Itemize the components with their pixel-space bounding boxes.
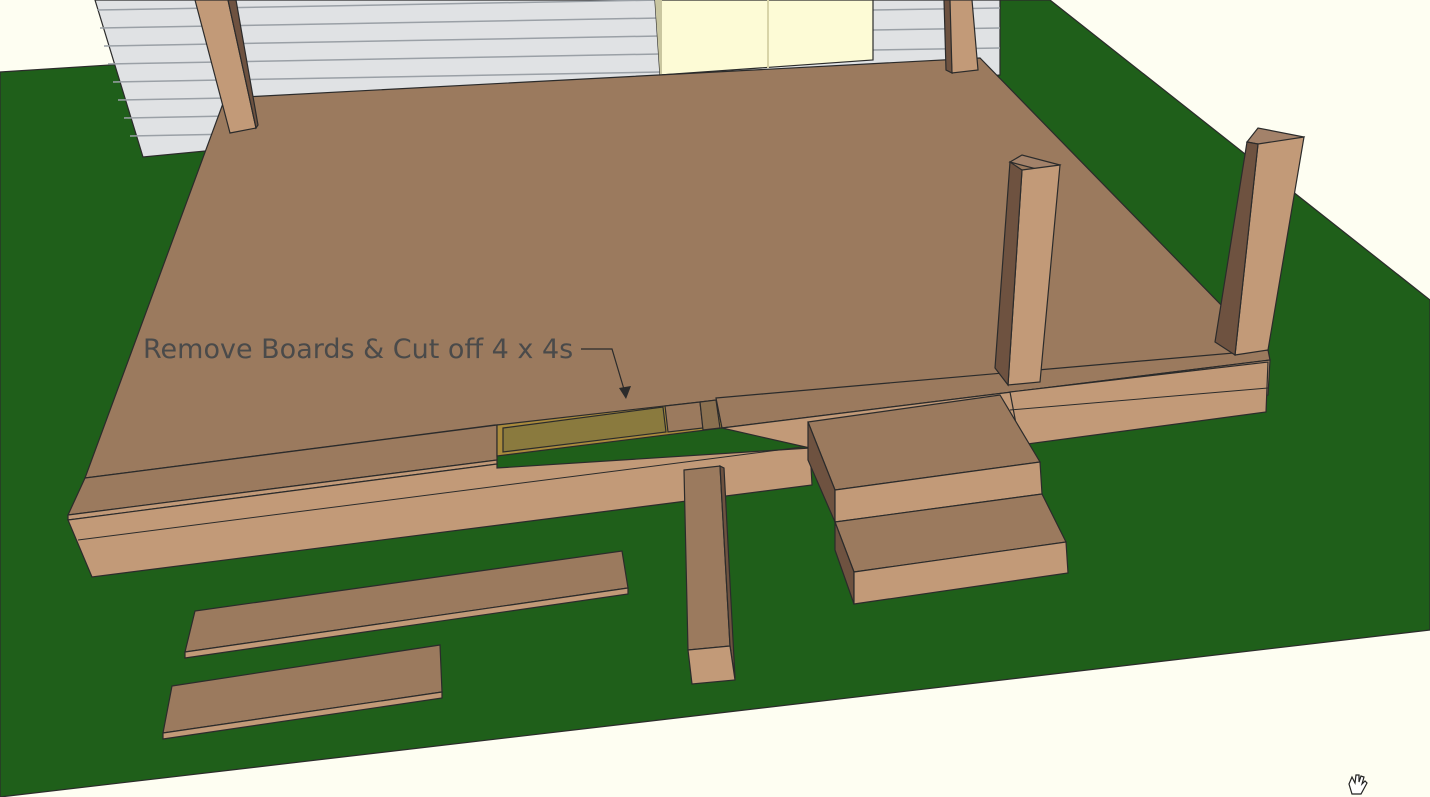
annotation-label: Remove Boards & Cut off 4 x 4s xyxy=(143,334,573,365)
deck-model-viewport[interactable]: Remove Boards & Cut off 4 x 4s xyxy=(0,0,1430,797)
post-back-right xyxy=(943,0,979,74)
